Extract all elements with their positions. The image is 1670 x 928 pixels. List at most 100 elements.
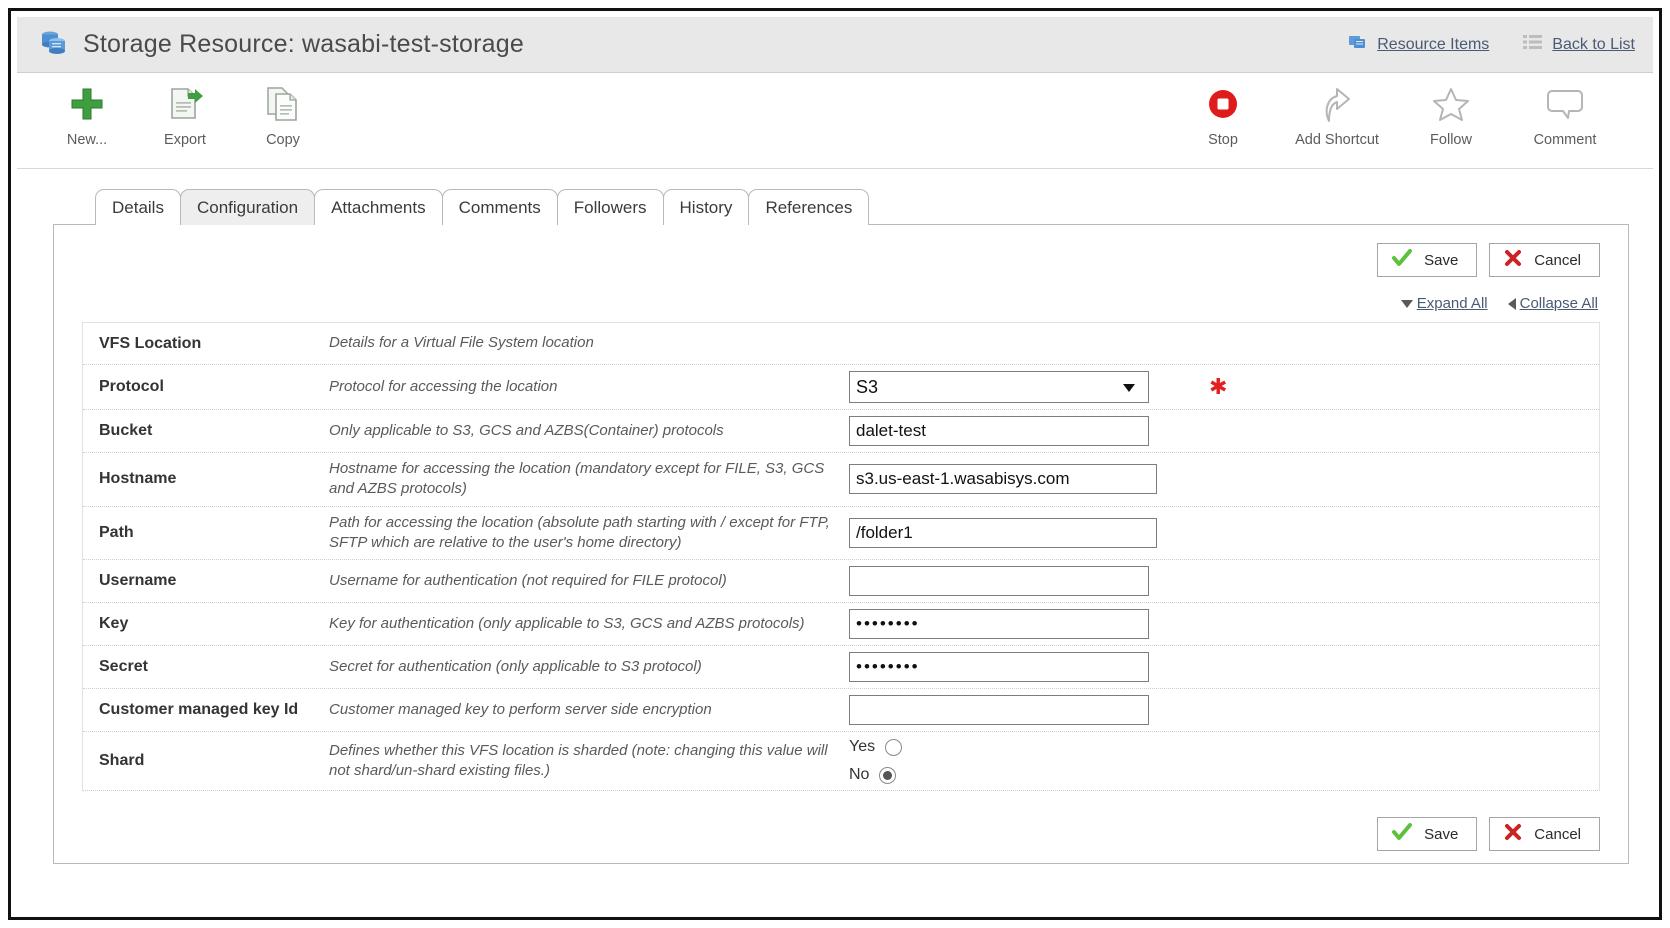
resource-items-link[interactable]: Resource Items xyxy=(1348,32,1489,57)
check-icon xyxy=(1392,823,1413,845)
tab-attachments-label: Attachments xyxy=(331,197,426,217)
new-button-label: New... xyxy=(66,132,108,148)
add-shortcut-icon xyxy=(1319,81,1355,127)
cancel-button-top-label: Cancel xyxy=(1534,251,1581,269)
cancel-button-bottom-label: Cancel xyxy=(1534,825,1581,843)
expand-all-link[interactable]: Expand All xyxy=(1400,295,1488,312)
form-label-bucket: Bucket xyxy=(99,422,153,439)
tab-attachments[interactable]: Attachments xyxy=(314,189,443,225)
tab-comments-label: Comments xyxy=(458,197,541,217)
window-frame: Storage Resource: wasabi-test-storage Re… xyxy=(8,8,1662,920)
radio-on-icon[interactable] xyxy=(879,766,897,784)
new-button[interactable]: New... xyxy=(43,81,131,149)
follow-button[interactable]: Follow xyxy=(1407,81,1495,149)
shard-radio-group: Yes No xyxy=(849,738,903,784)
expand-collapse-row: Expand All Collapse All xyxy=(82,295,1600,312)
shard-radio-yes-label: Yes xyxy=(849,738,876,755)
comment-icon xyxy=(1546,81,1584,127)
page-title: Storage Resource: wasabi-test-storage xyxy=(83,30,524,58)
form-row-path: Path Path for accessing the location (ab… xyxy=(83,507,1599,560)
copy-button-label: Copy xyxy=(266,132,300,148)
form-row-secret: Secret Secret for authentication (only a… xyxy=(83,646,1599,689)
shard-radio-no-label: No xyxy=(849,766,870,783)
form-row-protocol: Protocol Protocol for accessing the loca… xyxy=(83,365,1599,410)
tab-details[interactable]: Details xyxy=(95,189,181,225)
save-button-top[interactable]: Save xyxy=(1377,243,1478,277)
hostname-input[interactable] xyxy=(849,464,1157,495)
form-desc-hostname: Hostname for accessing the location (man… xyxy=(329,460,825,498)
collapse-all-link[interactable]: Collapse All xyxy=(1507,295,1598,312)
check-icon xyxy=(1392,249,1413,271)
plus-icon xyxy=(68,81,106,127)
resource-items-link-label: Resource Items xyxy=(1377,35,1490,53)
stop-button[interactable]: Stop xyxy=(1179,81,1267,149)
form-label-secret: Secret xyxy=(99,658,148,675)
cancel-button-bottom[interactable]: Cancel xyxy=(1489,817,1600,851)
chevron-down-icon xyxy=(1400,299,1413,308)
bucket-input[interactable] xyxy=(849,416,1149,446)
collapse-all-label: Collapse All xyxy=(1519,295,1598,312)
protocol-select[interactable]: S3 xyxy=(849,371,1149,403)
form-row-vfs-location: VFS Location Details for a Virtual File … xyxy=(83,323,1599,365)
tab-references[interactable]: References xyxy=(748,189,870,225)
radio-off-icon[interactable] xyxy=(885,738,903,756)
secret-input[interactable] xyxy=(849,652,1149,682)
form-desc-bucket: Only applicable to S3, GCS and AZBS(Cont… xyxy=(329,421,724,439)
form-desc-protocol: Protocol for accessing the location xyxy=(329,377,558,395)
add-shortcut-button[interactable]: Add Shortcut xyxy=(1293,81,1381,149)
form-control-key xyxy=(849,609,1599,639)
form-label-vfs-location: VFS Location xyxy=(99,334,202,352)
export-icon xyxy=(165,81,205,127)
expand-all-label: Expand All xyxy=(1416,295,1488,312)
chevron-left-icon xyxy=(1507,297,1516,310)
form-desc-key: Key for authentication (only applicable … xyxy=(329,614,805,632)
form-control-hostname xyxy=(849,464,1599,495)
tab-configuration-label: Configuration xyxy=(196,197,299,217)
protocol-select-wrap: S3 xyxy=(849,371,1149,403)
form-row-hostname: Hostname Hostname for accessing the loca… xyxy=(83,453,1599,507)
cancel-button-top[interactable]: Cancel xyxy=(1489,243,1600,277)
toolbar: New... Export Copy Stop Add Shortcut Fol… xyxy=(17,73,1653,169)
title-right-group: Resource Items Back to List xyxy=(1348,32,1635,57)
form-label-hostname: Hostname xyxy=(99,470,177,488)
copy-icon xyxy=(263,81,303,127)
save-button-bottom[interactable]: Save xyxy=(1377,817,1478,851)
stop-icon xyxy=(1206,81,1240,127)
back-to-list-link-label: Back to List xyxy=(1552,35,1635,53)
configuration-panel: Save Cancel Expand All Collapse All VFS … xyxy=(53,224,1629,864)
form-desc-shard: Defines whether this VFS location is sha… xyxy=(329,741,828,779)
save-button-top-label: Save xyxy=(1424,251,1459,269)
close-icon xyxy=(1504,823,1522,845)
path-input[interactable] xyxy=(849,517,1157,548)
required-star-protocol: ✱ xyxy=(1209,374,1228,399)
storage-resource-icon xyxy=(39,27,69,62)
screenshot-root: Storage Resource: wasabi-test-storage Re… xyxy=(0,0,1670,928)
customer-managed-key-id-input[interactable] xyxy=(849,695,1149,725)
tab-details-label: Details xyxy=(112,197,164,217)
tab-followers[interactable]: Followers xyxy=(556,189,664,225)
shard-radio-yes[interactable]: Yes xyxy=(849,738,903,756)
username-input[interactable] xyxy=(849,566,1149,596)
copy-button[interactable]: Copy xyxy=(239,81,327,149)
form-desc-customer-managed-key-id: Customer managed key to perform server s… xyxy=(329,700,712,718)
form-label-key: Key xyxy=(99,615,129,632)
form-label-shard: Shard xyxy=(99,752,145,769)
back-to-list-link[interactable]: Back to List xyxy=(1523,34,1635,55)
form-control-secret xyxy=(849,652,1599,682)
form-label-protocol: Protocol xyxy=(99,378,164,395)
close-icon xyxy=(1504,249,1522,271)
form-control-username xyxy=(849,566,1599,596)
tab-history[interactable]: History xyxy=(662,189,750,225)
comment-button[interactable]: Comment xyxy=(1521,81,1609,149)
form-desc-path: Path for accessing the location (absolut… xyxy=(329,513,830,551)
shard-radio-no[interactable]: No xyxy=(849,766,902,784)
export-button[interactable]: Export xyxy=(141,81,229,149)
form-control-bucket xyxy=(849,416,1599,446)
export-button-label: Export xyxy=(164,132,206,148)
stop-button-label: Stop xyxy=(1208,132,1238,148)
form-control-shard: Yes No xyxy=(849,738,1599,784)
list-icon xyxy=(1523,34,1543,55)
tab-comments[interactable]: Comments xyxy=(441,189,558,225)
key-input[interactable] xyxy=(849,609,1149,639)
tab-configuration[interactable]: Configuration xyxy=(179,189,316,225)
